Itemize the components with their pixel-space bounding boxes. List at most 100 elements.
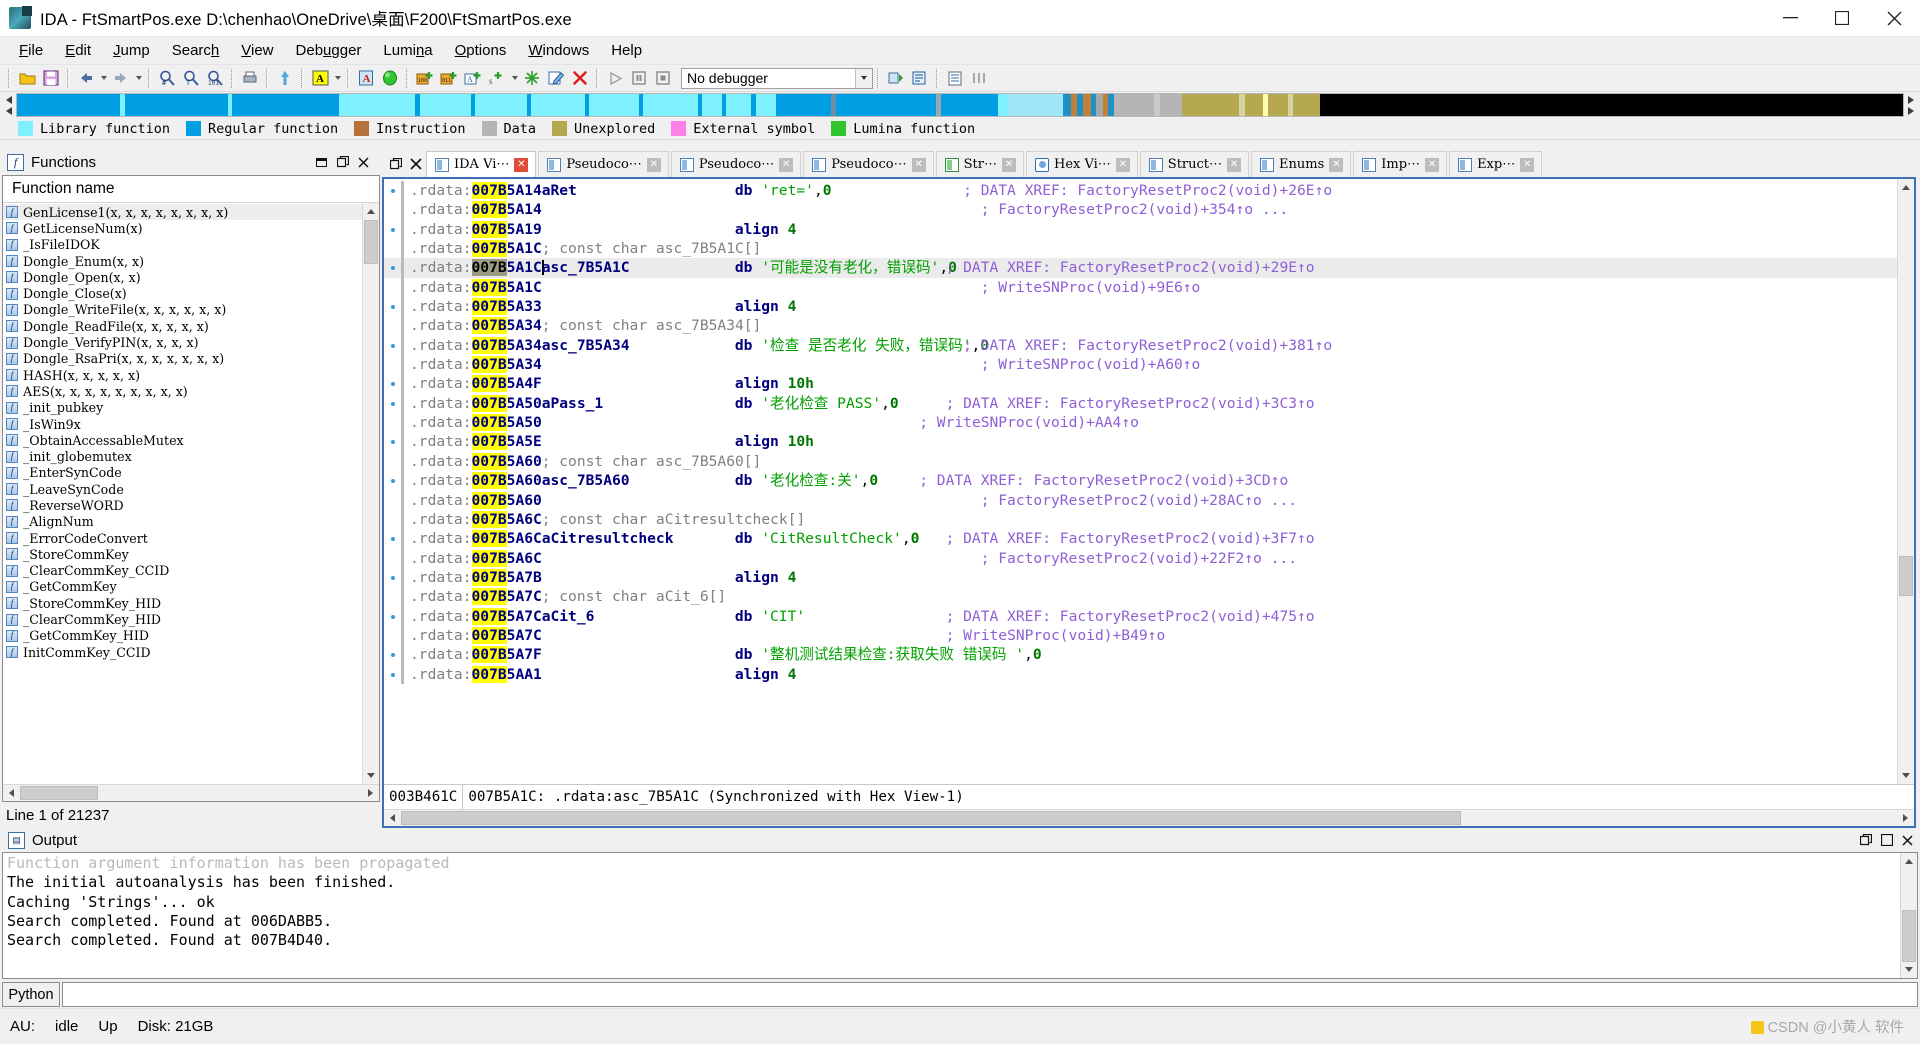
disassembly-vertical-scrollbar[interactable] (1897, 179, 1914, 784)
run-icon[interactable] (604, 67, 626, 89)
output-language-button[interactable]: Python (2, 982, 60, 1007)
disassembly-line[interactable]: .rdata:007B5A5E align 10h (384, 432, 1897, 452)
toolbar-grip-5[interactable] (266, 68, 269, 88)
add-sig-icon[interactable]: s (486, 67, 508, 89)
disassembly-line[interactable]: .rdata:007B5A50 ; WriteSNProc(void)+AA4↑o (384, 413, 1897, 433)
navband-segment[interactable] (1182, 94, 1239, 116)
navband-segment[interactable] (642, 94, 698, 116)
navband-segment[interactable] (531, 94, 585, 116)
disassembly-line[interactable]: .rdata:007B5A60 ; FactoryResetProc2(void)… (384, 490, 1897, 510)
function-list-item[interactable]: f _ClearCommKey_CCID (3, 563, 362, 579)
add-sig-dropdown-icon[interactable] (509, 67, 520, 89)
minimize-icon[interactable] (1764, 0, 1816, 37)
add-code-icon[interactable]: 100 (414, 67, 436, 89)
toolbar-grip-8[interactable] (406, 68, 409, 88)
function-list-item[interactable]: f Dongle_Close(x) (3, 285, 362, 301)
disasm-scroll-thumb[interactable] (1899, 556, 1913, 596)
tab-close-icon[interactable]: ✕ (1227, 157, 1242, 172)
functions-hscroll-track[interactable] (20, 785, 362, 801)
function-list-item[interactable]: f _EnterSynCode (3, 465, 362, 481)
disassembly-line[interactable]: .rdata:007B5A7C ; WriteSNProc(void)+B49↑o (384, 625, 1897, 646)
back-arrow-icon[interactable] (75, 67, 97, 89)
tab-pseudoco[interactable]: Pseudoco⋯ ✕ (670, 151, 802, 177)
disassembly-line[interactable]: .rdata:007B5A7B align 4 (384, 567, 1897, 588)
tab-idavi[interactable]: IDA Vi⋯ ✕ (426, 151, 537, 177)
save-icon[interactable] (40, 67, 62, 89)
tab-close-icon[interactable]: ✕ (1115, 157, 1130, 172)
navband-segment[interactable] (17, 94, 121, 116)
disasm-scroll-track[interactable] (1898, 196, 1914, 767)
function-list-item[interactable]: f HASH(x, x, x, x, x) (3, 367, 362, 383)
search-text-icon[interactable]: T (180, 67, 202, 89)
search-hash-icon[interactable]: # (156, 67, 178, 89)
tab-enums[interactable]: Enums ✕ (1251, 151, 1352, 177)
attach-process-icon[interactable] (885, 67, 907, 89)
function-list-item[interactable]: f Dongle_Enum(x, x) (3, 253, 362, 269)
disasm-hscroll-thumb[interactable] (401, 811, 1461, 825)
navband-segment[interactable] (232, 94, 339, 116)
toolbar-grip-2[interactable] (67, 68, 70, 88)
disassembly-line[interactable]: .rdata:007B5A1C; const char asc_7B5A1C[] (384, 239, 1897, 259)
function-list-item[interactable]: f AES(x, x, x, x, x, x, x, x, x) (3, 383, 362, 399)
functions-scroll-up-icon[interactable] (363, 203, 379, 220)
output-command-input[interactable] (62, 982, 1918, 1007)
toolbar-grip-4[interactable] (231, 68, 234, 88)
search-binary-icon[interactable]: 101 (204, 67, 226, 89)
edit-icon[interactable] (545, 67, 567, 89)
disassembly-line[interactable]: .rdata:007B5A50 aPass_1 db '老化检查 PASS',0 ; … (384, 393, 1897, 414)
navigation-band[interactable] (16, 93, 1904, 117)
menu-lumina[interactable]: Lumina (372, 39, 443, 62)
align-icon[interactable] (968, 67, 990, 89)
forward-dropdown-icon[interactable] (133, 67, 144, 89)
navband-segment[interactable] (776, 94, 832, 116)
function-list-item[interactable]: f _init_pubkey (3, 400, 362, 416)
disasm-scroll-up-icon[interactable] (1898, 179, 1914, 196)
disassembly-line[interactable]: .rdata:007B5A7C aCit_6 db 'CIT' ; DATA XREF… (384, 606, 1897, 626)
maximize-icon[interactable] (1816, 0, 1868, 37)
disassembly-line[interactable]: .rdata:007B5A34 asc_7B5A34 db '检查 是否老化 失败，… (384, 335, 1897, 356)
disassembly-line[interactable]: .rdata:007B5A7C; const char aCit_6[] (384, 587, 1897, 607)
disassembly-line[interactable]: .rdata:007B5A6C; const char aCitresultch… (384, 509, 1897, 530)
function-list-item[interactable]: f _GetCommKey_HID (3, 628, 362, 644)
output-scroll-up-icon[interactable] (1901, 853, 1917, 870)
navband-segment[interactable] (997, 94, 1008, 116)
menu-debugger[interactable]: Debugger (285, 39, 373, 62)
function-list-item[interactable]: f _ReverseWORD (3, 497, 362, 513)
toolbar-grip-6[interactable] (301, 68, 304, 88)
disasm-hscroll-track[interactable] (401, 810, 1897, 826)
navband-segment[interactable] (124, 94, 228, 116)
forward-arrow-icon[interactable] (110, 67, 132, 89)
output-restore-icon[interactable] (1857, 832, 1874, 849)
debugger-select[interactable]: No debugger (681, 67, 873, 89)
delete-red-x-icon[interactable] (569, 67, 591, 89)
function-list-item[interactable]: f _IsWin9x (3, 416, 362, 432)
functions-list[interactable]: f GenLicense1(x, x, x, x, x, x, x, x) f Get… (3, 203, 362, 784)
navband-segment[interactable] (702, 94, 723, 116)
functions-column-header[interactable]: Function name (3, 176, 379, 203)
function-list-item[interactable]: f Dongle_VerifyPIN(x, x, x, x) (3, 334, 362, 350)
tab-close-icon[interactable]: ✕ (1001, 157, 1016, 172)
menu-windows[interactable]: Windows (517, 39, 600, 62)
back-dropdown-icon[interactable] (98, 67, 109, 89)
function-list-item[interactable]: f _StoreCommKey (3, 546, 362, 562)
tab-close-icon[interactable]: ✕ (1425, 157, 1440, 172)
disassembly-line[interactable]: .rdata:007B5A14 ; FactoryResetProc2(void)… (384, 200, 1897, 220)
warning-icon[interactable]: A (355, 67, 377, 89)
disassembly-line[interactable]: .rdata:007B5A34; const char asc_7B5A34[] (384, 316, 1897, 336)
navband-segment[interactable] (1082, 94, 1092, 116)
disassembly-line[interactable]: .rdata:007B5A60; const char asc_7B5A60[] (384, 451, 1897, 472)
tab-exp[interactable]: Exp⋯ ✕ (1449, 151, 1543, 177)
navband-segment[interactable] (588, 94, 639, 116)
disassembly-line[interactable]: .rdata:007B5A14 aRet db 'ret=',0 ; DATA XRE… (384, 181, 1897, 201)
output-vertical-scrollbar[interactable] (1900, 853, 1917, 978)
disasm-scroll-down-icon[interactable] (1898, 767, 1914, 784)
menu-view[interactable]: View (230, 39, 284, 62)
functions-hscroll-left-icon[interactable] (3, 785, 20, 801)
functions-scroll-down-icon[interactable] (363, 767, 379, 784)
output-scroll-thumb[interactable] (1902, 910, 1916, 962)
tab-pseudoco[interactable]: Pseudoco⋯ ✕ (803, 151, 934, 177)
chevron-down-icon[interactable] (855, 68, 872, 88)
open-file-icon[interactable] (16, 67, 38, 89)
disassembly-horizontal-scrollbar[interactable] (384, 809, 1914, 826)
function-list-item[interactable]: f _ObtainAccessableMutex (3, 432, 362, 448)
